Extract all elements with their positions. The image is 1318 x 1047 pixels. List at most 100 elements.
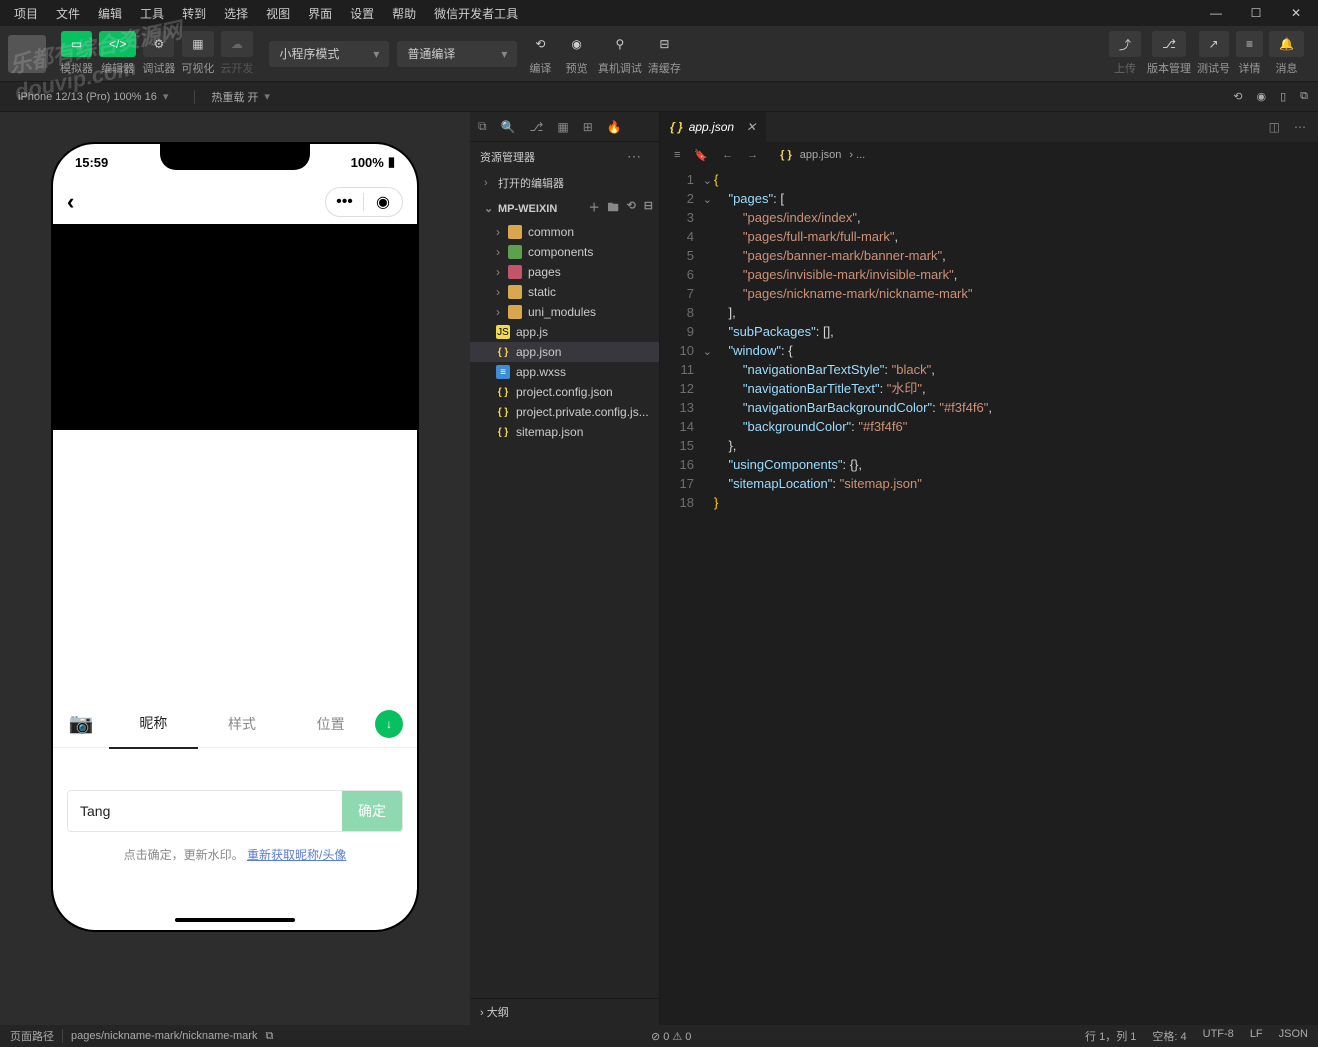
branch-icon[interactable]: ⎇ [530,120,544,134]
avatar[interactable] [8,35,46,73]
page-path[interactable]: pages/nickname-mark/nickname-mark [71,1030,257,1042]
list-icon[interactable]: ≡ [674,149,680,162]
file-app-json[interactable]: { }app.json [470,342,659,362]
file-sitemap[interactable]: { }sitemap.json [470,422,659,442]
menu-select[interactable]: 选择 [216,2,256,25]
clear-cache-button[interactable]: ⊟ [649,31,679,57]
copy-icon[interactable]: ⧉ [1300,90,1308,103]
lang-status[interactable]: JSON [1279,1028,1308,1044]
outline-section[interactable]: › 大纲 [470,998,659,1025]
bookmark-icon[interactable]: 🔖 [694,149,708,162]
cloud-label: 云开发 [220,60,253,76]
fire-icon[interactable]: 🔥 [607,120,622,134]
download-button[interactable]: ↓ [375,710,403,738]
menu-settings[interactable]: 设置 [342,2,382,25]
split-icon[interactable]: ◫ [1269,120,1280,134]
folder-pages[interactable]: pages [470,262,659,282]
pkg-icon[interactable]: ⊞ [583,120,593,134]
version-button[interactable]: ⎇ [1152,31,1186,57]
capsule-close-icon[interactable]: ◉ [364,192,402,212]
menu-tool[interactable]: 工具 [132,2,172,25]
fwd-nav-icon[interactable]: → [747,149,758,162]
menu-project[interactable]: 项目 [6,2,46,25]
menu-view[interactable]: 视图 [258,2,298,25]
new-folder-icon[interactable]: 🖿 [608,199,619,218]
copy-path-icon[interactable]: ⧉ [265,1030,273,1043]
eol-status[interactable]: LF [1250,1028,1263,1044]
compile-button[interactable]: ⟲ [525,31,555,57]
file-app-wxss[interactable]: ≡app.wxss [470,362,659,382]
upload-button[interactable]: ⤴ [1109,31,1141,57]
cloud-button[interactable]: ☁ [221,31,253,57]
nav-bar: ‹ ••• ◉ [53,180,417,224]
explorer-more-icon[interactable]: ⋯ [627,148,649,165]
capsule-menu-icon[interactable]: ••• [326,193,364,211]
compile-mode-select[interactable]: 普通编译▾ [397,41,517,67]
main-menu: 项目 文件 编辑 工具 转到 选择 视图 界面 设置 帮助 微信开发者工具 [6,2,526,25]
camera-icon[interactable]: 📷 [53,711,109,736]
remote-debug-button[interactable]: ⚲ [606,31,635,57]
indent-status[interactable]: 空格: 4 [1152,1028,1186,1044]
mode-select[interactable]: 小程序模式▾ [269,41,389,67]
ext-icon[interactable]: ▦ [557,120,568,134]
editor-button[interactable]: </> [99,31,136,57]
close-tab-icon[interactable]: ✕ [746,120,756,134]
file-project-private[interactable]: { }project.private.config.js... [470,402,659,422]
folder-static[interactable]: static [470,282,659,302]
tab-style[interactable]: 样式 [198,700,287,748]
menu-wechat[interactable]: 微信开发者工具 [426,2,526,25]
tab-nickname[interactable]: 昵称 [109,699,198,749]
encoding-status[interactable]: UTF-8 [1203,1028,1234,1044]
upload-label: 上传 [1114,60,1136,76]
explorer-title: 资源管理器 [480,149,535,165]
refetch-link[interactable]: 重新获取昵称/头像 [247,848,346,862]
visual-button[interactable]: ▦ [182,31,213,57]
file-project-config[interactable]: { }project.config.json [470,382,659,402]
menu-edit[interactable]: 编辑 [90,2,130,25]
menu-help[interactable]: 帮助 [384,2,424,25]
tab-position[interactable]: 位置 [286,700,375,748]
message-button[interactable]: 🔔 [1269,31,1304,57]
project-name[interactable]: MP-WEIXIN [498,203,557,215]
refresh-tree-icon[interactable]: ⟲ [627,199,636,218]
search-icon[interactable]: 🔍 [501,120,516,134]
back-icon[interactable]: ‹ [67,189,74,215]
menu-ui[interactable]: 界面 [300,2,340,25]
confirm-button[interactable]: 确定 [342,791,402,831]
detail-button[interactable]: ≡ [1236,31,1263,57]
close-button[interactable]: ✕ [1280,1,1312,25]
file-tab[interactable]: { } app.json ✕ [660,112,766,142]
cursor-pos[interactable]: 行 1，列 1 [1085,1028,1136,1044]
phone-icon[interactable]: ▯ [1280,90,1286,103]
back-nav-icon[interactable]: ← [722,149,733,162]
device-select[interactable]: iPhone 12/13 (Pro) 100% 16▾ [10,88,176,105]
refresh-icon[interactable]: ⟲ [1233,90,1242,103]
preview-button[interactable]: ◉ [561,31,591,57]
hot-reload-select[interactable]: 热重载 开▾ [203,87,278,107]
status-battery: 100% [351,155,384,170]
minimize-button[interactable]: — [1200,1,1232,25]
more-icon[interactable]: ⋯ [1294,120,1306,134]
menu-goto[interactable]: 转到 [174,2,214,25]
folder-common[interactable]: common [470,222,659,242]
opened-editors[interactable]: 打开的编辑器 [498,175,564,191]
file-app-js[interactable]: JSapp.js [470,322,659,342]
menu-file[interactable]: 文件 [48,2,88,25]
nickname-input[interactable] [68,791,342,831]
breadcrumb-file[interactable]: app.json [800,149,842,161]
debugger-button[interactable]: ⚙ [143,31,174,57]
titlebar: 项目 文件 编辑 工具 转到 选择 视图 界面 设置 帮助 微信开发者工具 — … [0,0,1318,26]
visual-label: 可视化 [181,60,214,76]
collapse-icon[interactable]: ⊟ [644,199,653,218]
files-icon[interactable]: ⧉ [478,119,487,134]
record-icon[interactable]: ◉ [1256,90,1266,103]
errwarn-status[interactable]: ⊘ 0 ⚠ 0 [651,1030,691,1043]
maximize-button[interactable]: ☐ [1240,1,1272,25]
new-file-icon[interactable]: ＋ [589,199,600,218]
folder-components[interactable]: components [470,242,659,262]
status-bar: 页面路径 pages/nickname-mark/nickname-mark ⧉… [0,1025,1318,1047]
code-editor[interactable]: 1⌄2⌄3456789 10⌄1112131415161718 { "pages… [660,168,1318,1025]
testno-button[interactable]: ↗ [1199,31,1229,57]
simulator-button[interactable]: ▭ [61,31,92,57]
folder-uni-modules[interactable]: uni_modules [470,302,659,322]
